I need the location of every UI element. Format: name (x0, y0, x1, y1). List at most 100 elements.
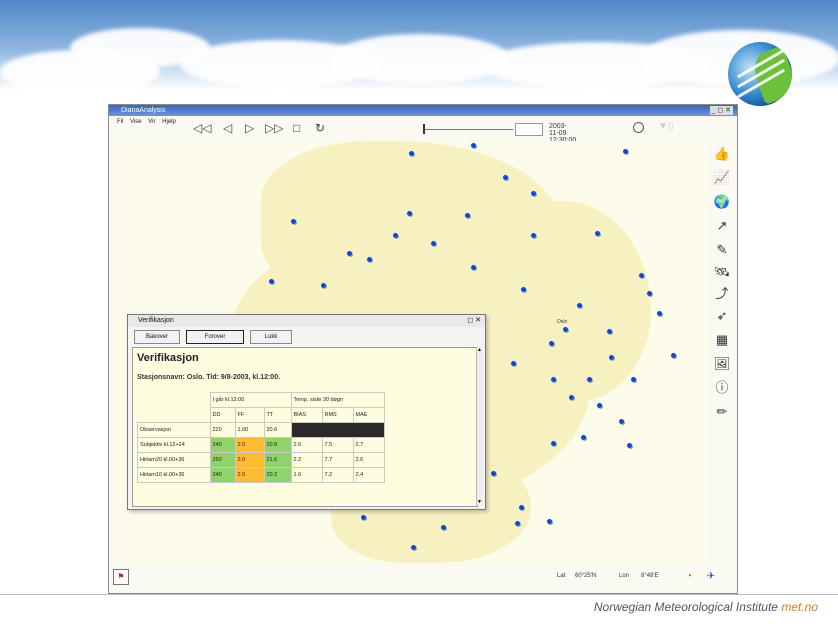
footer-text: Norwegian Meteorological Institute (593, 600, 778, 614)
station-marker[interactable] (503, 175, 508, 180)
station-marker[interactable] (639, 273, 644, 278)
station-marker[interactable] (595, 231, 600, 236)
trajectory-icon[interactable]: ➶ (713, 307, 731, 325)
col-dd: DD (209, 407, 236, 423)
lat-label: Lat (557, 573, 566, 579)
station-marker[interactable] (631, 377, 636, 382)
station-marker[interactable] (627, 443, 632, 448)
station-marker[interactable] (623, 149, 628, 154)
chart-tool-icon[interactable]: 📈 (713, 169, 731, 187)
dialog-heading: Verifikasjon (137, 352, 199, 364)
station-marker[interactable] (569, 395, 574, 400)
fast-forward-icon[interactable]: ▷▷ (265, 121, 283, 135)
menu-window[interactable]: Vir (148, 119, 155, 125)
station-marker[interactable] (407, 211, 412, 216)
station-marker[interactable] (519, 505, 524, 510)
play-icon[interactable]: ▷ (245, 121, 254, 135)
layers-icon[interactable]: ▦ (713, 331, 731, 349)
dialog-content: Verifikasjon Stasjonsnavn: Oslo. Tid: 9/… (132, 347, 478, 507)
menu-file[interactable]: Fil (117, 119, 123, 125)
station-marker[interactable] (511, 361, 516, 366)
station-marker[interactable] (441, 525, 446, 530)
station-marker[interactable] (563, 327, 568, 332)
station-marker[interactable] (347, 251, 352, 256)
time-slider[interactable] (425, 129, 513, 130)
arrow-tool-icon[interactable]: ↗ (713, 217, 731, 235)
station-marker[interactable] (607, 329, 612, 334)
step-spinbox[interactable] (515, 123, 543, 136)
station-marker[interactable] (647, 291, 652, 296)
dialog-controls[interactable]: ◻ ✕ (467, 315, 481, 327)
menu-help[interactable]: Hjelp (162, 119, 176, 125)
dialog-scrollbar[interactable]: ▲ ▼ (476, 347, 483, 505)
stop-icon[interactable]: □ (293, 121, 300, 135)
group-header-yesterday: I går kl.12:00 (209, 392, 292, 408)
station-marker[interactable] (609, 355, 614, 360)
window-titlebar[interactable]: DianaAnalysis _ ◻ ✕ (109, 105, 737, 116)
refresh-icon[interactable]: ◔ (681, 569, 697, 585)
plane-icon[interactable]: ✈ (703, 569, 719, 585)
station-marker[interactable] (551, 377, 556, 382)
footer: Norwegian Meteorological Institute met.n… (594, 600, 818, 614)
profile-icon[interactable]: ⤴ (713, 285, 731, 303)
pencil-icon[interactable]: ✏ (713, 403, 731, 421)
menu-view[interactable]: Vise (130, 119, 142, 125)
dialog-title: Verifikasjon (138, 317, 174, 324)
station-marker[interactable] (577, 303, 582, 308)
station-marker[interactable] (549, 341, 554, 346)
station-marker[interactable] (465, 213, 470, 218)
station-marker[interactable] (581, 435, 586, 440)
station-marker[interactable] (291, 219, 296, 224)
station-marker[interactable] (521, 287, 526, 292)
station-marker[interactable] (597, 403, 602, 408)
lon-value: 8°48'E (641, 573, 659, 579)
image-icon[interactable]: 🖼 (713, 355, 731, 373)
rewind-icon[interactable]: ◁◁ (193, 121, 211, 135)
thumbs-up-icon[interactable]: 👍 (713, 145, 731, 163)
station-marker[interactable] (531, 191, 536, 196)
station-marker[interactable] (471, 265, 476, 270)
satellite-icon[interactable]: 🛰 (713, 263, 731, 281)
station-marker[interactable] (269, 279, 274, 284)
station-info: Stasjonsnavn: Oslo. Tid: 9/8-2003, kl.12… (137, 374, 281, 381)
lat-value: 60°25'N (575, 573, 597, 579)
loop-icon[interactable]: ↻ (315, 121, 325, 135)
station-marker[interactable] (515, 521, 520, 526)
station-marker[interactable] (551, 441, 556, 446)
edit-shape-icon[interactable]: ✎ (713, 241, 731, 259)
station-marker[interactable] (367, 257, 372, 262)
station-marker[interactable] (431, 241, 436, 246)
scroll-down-icon[interactable]: ▼ (477, 499, 482, 505)
close-button[interactable]: Lukk (250, 330, 292, 344)
station-marker[interactable] (471, 143, 476, 148)
window-controls[interactable]: _ ◻ ✕ (709, 106, 733, 115)
scroll-up-icon[interactable]: ▲ (477, 347, 482, 353)
dialog-titlebar[interactable]: Verifikasjon ◻ ✕ (128, 315, 485, 327)
lon-label: Lon (619, 573, 630, 579)
met-logo-icon (728, 42, 792, 106)
station-marker[interactable] (587, 377, 592, 382)
map-label-oslo: Oslo (557, 319, 568, 325)
station-marker[interactable] (411, 545, 416, 550)
table-row: Hirlam20 kl.00+36 260 2.0 21.6 2.2 7.7 2… (137, 452, 385, 468)
station-marker[interactable] (657, 311, 662, 316)
forward-button[interactable]: Forover (186, 330, 244, 344)
station-marker[interactable] (361, 515, 366, 520)
station-marker[interactable] (547, 519, 552, 524)
globe-icon[interactable]: 🌍 (713, 193, 731, 211)
info-icon[interactable]: ⓘ (713, 379, 731, 397)
col-rms: RMS (321, 407, 354, 423)
clock-icon[interactable] (633, 122, 644, 133)
station-marker[interactable] (671, 353, 676, 358)
station-marker[interactable] (619, 419, 624, 424)
station-marker[interactable] (531, 233, 536, 238)
station-marker[interactable] (409, 151, 414, 156)
step-back-icon[interactable]: ◁ (223, 121, 232, 135)
station-marker[interactable] (393, 233, 398, 238)
back-button[interactable]: Bakover (134, 330, 180, 344)
col-tt: TT (263, 407, 292, 423)
station-marker[interactable] (321, 283, 326, 288)
station-marker[interactable] (491, 471, 496, 476)
sky-banner (0, 0, 838, 94)
flag-icon[interactable]: ⚑ (113, 569, 129, 585)
